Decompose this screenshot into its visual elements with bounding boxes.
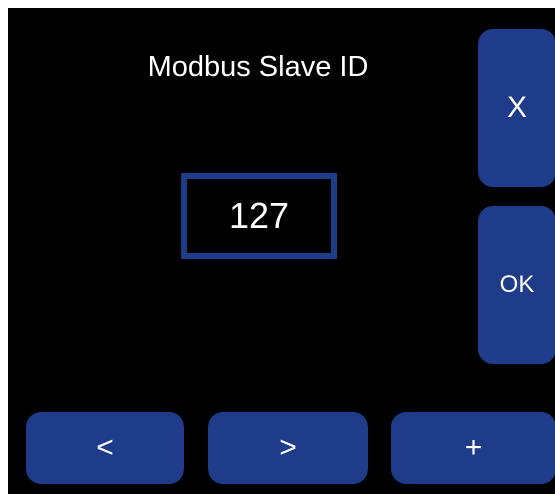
next-digit-label: >: [279, 431, 297, 464]
page-title: Modbus Slave ID: [147, 51, 369, 83]
slave-id-value[interactable]: 127: [181, 173, 337, 259]
cancel-button-label: X: [506, 91, 527, 124]
ok-button[interactable]: OK: [478, 206, 555, 364]
increment-label: +: [464, 431, 483, 464]
ok-button-label: OK: [499, 271, 535, 298]
next-digit-button[interactable]: >: [208, 412, 368, 484]
previous-digit-label: <: [96, 431, 114, 464]
slave-id-value-text: 127: [228, 195, 290, 236]
previous-digit-button[interactable]: <: [26, 412, 184, 484]
cancel-button[interactable]: X: [478, 29, 555, 187]
increment-button[interactable]: +: [391, 412, 555, 484]
device-screen: Modbus Slave ID 127 X OK < > +: [8, 8, 555, 494]
